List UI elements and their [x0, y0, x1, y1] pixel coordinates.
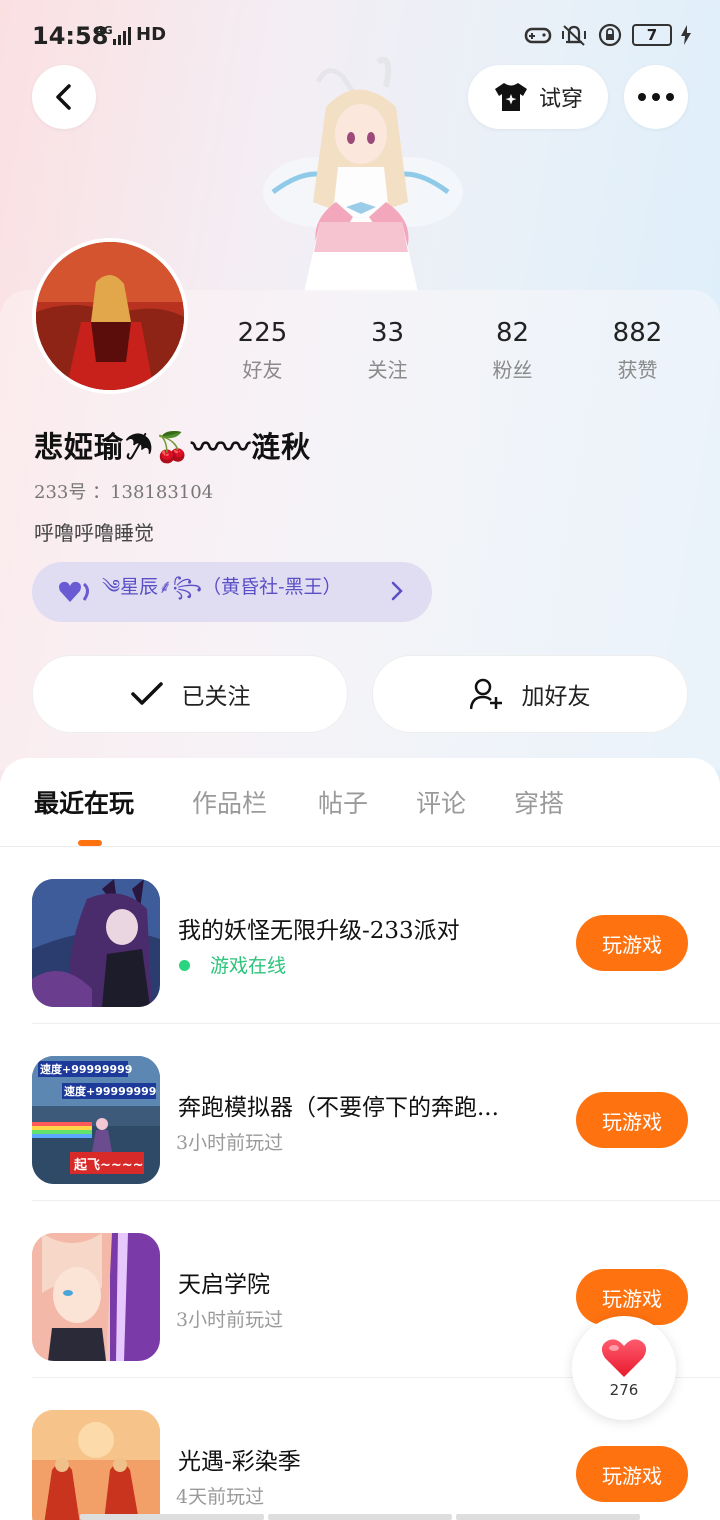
hd-indicator: HD — [136, 24, 167, 45]
game-cover-image — [32, 1233, 160, 1361]
game-thumbnail — [32, 879, 160, 1007]
game-cover-image — [32, 1410, 160, 1520]
game-status: 游戏在线 — [210, 955, 287, 977]
profile-stats: 225 好友 33 关注 82 粉丝 882 获赞 — [200, 318, 700, 383]
game-thumbnail — [32, 1233, 160, 1361]
nickname: 悲婭瑜☂🍒〰〰涟秋 — [34, 430, 312, 464]
thumb-speed-text: 速度+99999999 — [40, 1062, 132, 1076]
play-game-button[interactable]: 玩游戏 — [576, 1092, 688, 1148]
thumb-fly-text: 起飞~~~~ — [73, 1157, 144, 1173]
followed-button[interactable]: 已关注 — [32, 655, 348, 733]
family-tag-pill[interactable]: ༄星辰⸙꧂（黄昏社-黑王） — [32, 562, 432, 622]
followed-label: 已关注 — [181, 684, 251, 710]
try-on-label: 试穿 — [538, 87, 583, 112]
stat-label: 关注 — [367, 358, 408, 382]
game-title: 天启学院 — [178, 1272, 270, 1298]
play-game-button[interactable]: 玩游戏 — [576, 915, 688, 971]
game-title: 我的妖怪无限升级-233派对 — [178, 918, 460, 944]
stat-value: 82 — [495, 318, 530, 348]
game-thumbnail — [32, 1410, 160, 1520]
tab-posts[interactable]: 帖子 — [318, 784, 368, 820]
stat-likes[interactable]: 882 获赞 — [575, 318, 700, 383]
game-thumbnail: 速度+99999999 速度+99999999 起飞~~~~ — [32, 1056, 160, 1184]
chevron-right-icon — [391, 581, 403, 601]
game-list-item[interactable]: 我的妖怪无限升级-233派对 游戏在线 玩游戏 — [0, 847, 720, 1024]
check-icon — [130, 682, 163, 705]
like-button[interactable]: 276 — [572, 1316, 676, 1420]
stat-fans[interactable]: 82 粉丝 — [450, 318, 575, 383]
user-id: 233号 ：138183104 — [34, 482, 214, 503]
bio: 呼噜呼噜睡觉 — [34, 521, 154, 545]
heart-icon — [601, 1339, 647, 1377]
stat-label: 粉丝 — [492, 358, 533, 382]
network-type: 4G — [96, 24, 113, 37]
hearts-icon — [59, 581, 89, 602]
stat-label: 获赞 — [617, 358, 658, 382]
thumb-speed-text: 速度+99999999 — [64, 1084, 156, 1098]
game-title: 光遇-彩染季 — [178, 1449, 301, 1475]
tab-outfits[interactable]: 穿搭 — [514, 784, 564, 820]
play-game-button[interactable]: 玩游戏 — [576, 1446, 688, 1502]
add-user-icon — [469, 678, 502, 710]
vibrate-icon — [562, 25, 586, 46]
signal-icon — [113, 27, 131, 45]
family-tag-text: ༄星辰⸙꧂（黄昏社-黑王） — [102, 576, 342, 598]
tshirt-icon — [494, 83, 527, 111]
stat-value: 33 — [370, 318, 405, 348]
game-list-item[interactable]: 速度+99999999 速度+99999999 起飞~~~~ 奔跑模拟器（不要停… — [0, 1024, 720, 1201]
stat-value: 225 — [237, 318, 288, 348]
like-count: 276 — [609, 1381, 639, 1399]
back-button[interactable] — [32, 65, 96, 129]
charging-icon — [681, 25, 691, 45]
game-title: 奔跑模拟器（不要停下的奔跑... — [178, 1095, 499, 1121]
try-on-button[interactable]: 试穿 — [468, 65, 608, 129]
avatar[interactable] — [32, 238, 188, 394]
gamepad-icon — [524, 27, 552, 44]
add-friend-button[interactable]: 加好友 — [372, 655, 688, 733]
more-dots-icon — [638, 93, 674, 101]
online-status-dot — [179, 960, 190, 971]
game-cover-image: 速度+99999999 速度+99999999 起飞~~~~ — [32, 1056, 160, 1184]
stat-label: 好友 — [242, 358, 283, 382]
stat-friends[interactable]: 225 好友 — [200, 318, 325, 383]
add-friend-label: 加好友 — [521, 684, 591, 710]
avatar-outfit-figure — [263, 56, 463, 292]
stat-value: 882 — [612, 318, 663, 348]
game-status: 4天前玩过 — [176, 1486, 265, 1508]
chevron-left-icon — [56, 84, 71, 110]
tab-comments[interactable]: 评论 — [416, 784, 466, 820]
bottom-scroll-indicator — [0, 1514, 720, 1520]
game-status: 3小时前玩过 — [176, 1132, 284, 1154]
avatar-image — [36, 242, 184, 390]
tab-works[interactable]: 作品栏 — [192, 784, 267, 820]
more-options-button[interactable] — [624, 65, 688, 129]
lock-rotation-icon — [598, 23, 622, 47]
stat-following[interactable]: 33 关注 — [325, 318, 450, 383]
battery-indicator: 7 — [632, 24, 672, 46]
game-status: 3小时前玩过 — [176, 1309, 284, 1331]
game-cover-image — [32, 879, 160, 1007]
tab-recently-played[interactable]: 最近在玩 — [34, 784, 134, 820]
profile-tabs: 最近在玩 作品栏 帖子 评论 穿搭 — [0, 780, 720, 846]
